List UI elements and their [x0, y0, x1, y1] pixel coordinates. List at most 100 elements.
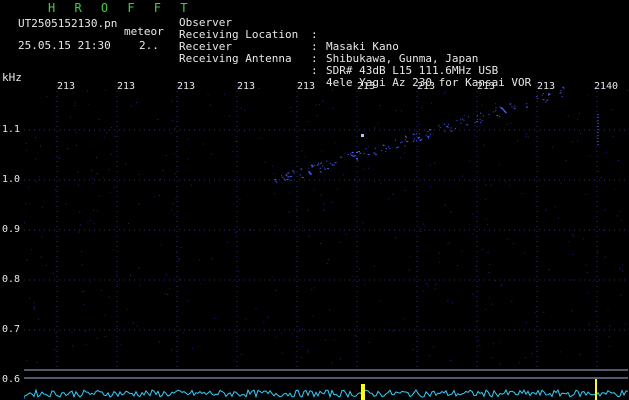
noise-speck — [571, 233, 573, 235]
noise-speck — [493, 343, 494, 345]
noise-speck — [472, 233, 474, 235]
noise-speck — [558, 217, 559, 219]
trail-dot — [396, 147, 398, 149]
noise-speck — [373, 265, 375, 267]
noise-speck — [620, 294, 622, 296]
noise-speck — [363, 168, 365, 170]
trail-dot — [286, 179, 289, 180]
noise-speck — [100, 290, 102, 291]
noise-speck — [399, 157, 401, 159]
noise-speck — [104, 336, 106, 338]
trail-dot — [385, 148, 387, 150]
noise-speck — [320, 194, 322, 196]
noise-speck — [586, 272, 588, 274]
noise-speck — [331, 362, 333, 364]
noise-speck — [171, 100, 173, 102]
trail-dot — [395, 139, 397, 141]
noise-speck — [367, 146, 369, 148]
noise-speck — [332, 108, 334, 109]
noise-speck — [326, 263, 328, 265]
noise-speck — [420, 228, 422, 230]
noise-speck — [334, 339, 336, 341]
trail-dot — [561, 96, 563, 98]
noise-speck — [114, 135, 116, 137]
trail-dot — [495, 107, 497, 109]
noise-speck — [501, 284, 503, 286]
noise-speck — [73, 91, 75, 93]
trail-dot — [356, 152, 358, 153]
noise-speck — [607, 309, 609, 311]
trail-dot — [406, 141, 409, 142]
noise-speck — [597, 252, 599, 254]
noise-speck — [68, 87, 70, 89]
noise-speck — [352, 275, 354, 277]
noise-speck — [233, 359, 235, 361]
noise-speck — [174, 127, 176, 129]
trail-dot — [314, 165, 316, 167]
noise-speck — [229, 115, 231, 117]
trail-dot — [475, 121, 478, 123]
noise-speck — [395, 110, 397, 111]
trail-dot — [479, 118, 481, 120]
noise-speck — [26, 149, 28, 151]
noise-speck — [334, 142, 336, 144]
trail-dot — [353, 155, 355, 157]
trail-dot — [333, 164, 335, 166]
trail-dot — [488, 114, 490, 116]
noise-speck — [138, 267, 140, 269]
noise-speck — [392, 193, 394, 195]
noise-speck — [609, 129, 611, 131]
trail-dot — [287, 176, 290, 178]
trail-dot — [482, 115, 484, 117]
noise-speck — [621, 263, 623, 265]
trail-dot — [443, 123, 445, 125]
trail-dot — [548, 94, 549, 96]
noise-speck — [306, 351, 308, 353]
noise-speck — [307, 350, 309, 351]
trail-dot — [426, 136, 429, 138]
noise-speck — [108, 296, 110, 298]
trail-dot — [548, 93, 551, 95]
noise-speck — [89, 143, 91, 145]
y-axis-unit: kHz — [2, 71, 22, 84]
trail-dot — [334, 162, 337, 164]
noise-speck — [477, 305, 479, 307]
noise-speck — [28, 202, 30, 204]
noise-speck — [491, 303, 493, 305]
noise-speck — [81, 291, 83, 293]
trail-dot — [389, 148, 391, 149]
noise-speck — [135, 102, 137, 103]
noise-speck — [186, 138, 188, 140]
noise-speck — [477, 319, 479, 321]
trail-dot — [526, 106, 528, 108]
noise-speck — [608, 345, 610, 347]
noise-speck — [597, 171, 599, 172]
noise-speck — [450, 360, 452, 362]
noise-speck — [31, 249, 32, 251]
noise-speck — [26, 259, 28, 261]
signal-marker — [361, 384, 365, 400]
noise-speck — [424, 226, 426, 227]
noise-speck — [112, 248, 114, 250]
noise-speck — [232, 150, 234, 152]
noise-speck — [98, 195, 100, 197]
noise-speck — [495, 280, 497, 282]
noise-speck — [67, 148, 68, 150]
trail-dot — [542, 93, 544, 95]
noise-speck — [404, 152, 406, 154]
noise-speck — [182, 332, 184, 334]
trail-dot — [481, 120, 483, 122]
trail-dot — [480, 112, 482, 114]
noise-speck — [24, 222, 26, 224]
noise-speck — [65, 203, 67, 205]
noise-speck — [509, 184, 511, 186]
noise-speck — [560, 182, 562, 184]
noise-speck — [461, 175, 463, 177]
noise-speck — [139, 284, 141, 286]
noise-speck — [305, 129, 307, 131]
noise-speck — [170, 132, 172, 134]
trail-dot — [456, 119, 458, 121]
noise-speck — [72, 345, 74, 347]
noise-speck — [506, 238, 508, 240]
noise-speck — [432, 133, 434, 135]
